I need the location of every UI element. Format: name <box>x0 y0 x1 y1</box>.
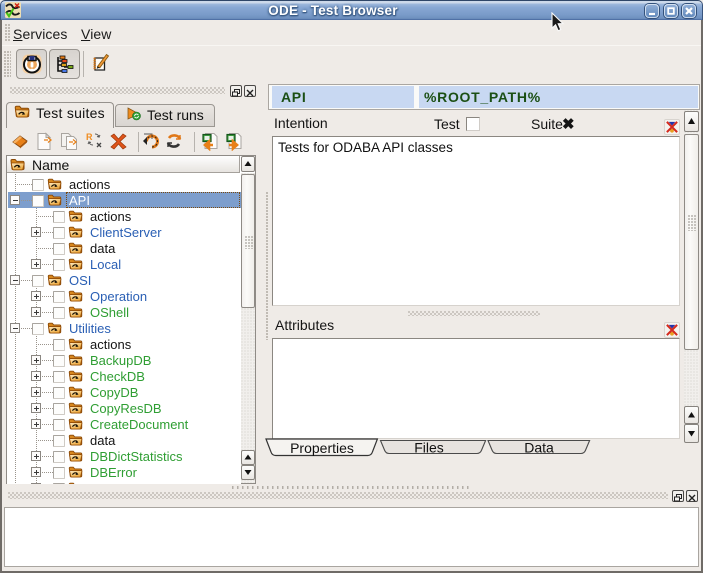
svg-text:R: R <box>86 132 93 142</box>
svg-text:Files: Files <box>414 440 444 456</box>
svg-text:Properties: Properties <box>290 440 354 456</box>
svg-text:Data: Data <box>524 440 554 456</box>
